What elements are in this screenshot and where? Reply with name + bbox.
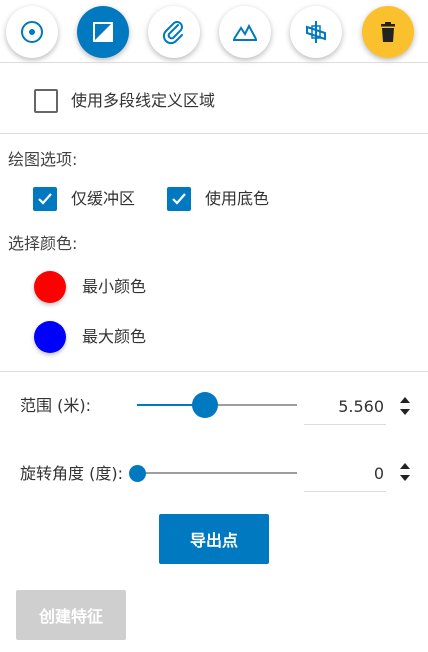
export-points-button[interactable]: 导出点 bbox=[159, 514, 269, 564]
rotation-spinner-icon[interactable] bbox=[398, 460, 412, 484]
terrain-tool-button[interactable] bbox=[219, 6, 271, 58]
rotation-label: 旋转角度 (度): bbox=[20, 464, 123, 483]
point-tool-button[interactable] bbox=[6, 6, 58, 58]
attachment-tool-button[interactable] bbox=[148, 6, 200, 58]
drawing-options-title: 绘图选项: bbox=[8, 150, 78, 169]
divider bbox=[0, 371, 428, 372]
range-slider-thumb[interactable] bbox=[192, 392, 218, 418]
color-selection-title: 选择颜色: bbox=[8, 234, 78, 253]
min-color-swatch[interactable] bbox=[34, 271, 66, 303]
trash-icon bbox=[381, 22, 395, 42]
use-base-color-label: 使用底色 bbox=[205, 189, 270, 208]
max-color-label: 最大颜色 bbox=[82, 327, 147, 346]
delete-button[interactable] bbox=[362, 6, 414, 58]
plane-icon bbox=[306, 21, 326, 43]
range-value-input[interactable]: 5.560 bbox=[304, 389, 386, 425]
point-icon bbox=[21, 21, 43, 43]
rotation-value-input[interactable]: 0 bbox=[304, 456, 386, 492]
plane-tool-button[interactable] bbox=[290, 6, 342, 58]
checkmark-icon bbox=[172, 193, 186, 205]
divider bbox=[0, 133, 428, 134]
polyline-label: 使用多段线定义区域 bbox=[71, 91, 216, 110]
min-color-label: 最小颜色 bbox=[82, 277, 147, 296]
create-feature-button[interactable]: 创建特征 bbox=[16, 590, 126, 640]
mountain-icon bbox=[233, 23, 257, 41]
buffer-only-label: 仅缓冲区 bbox=[71, 189, 136, 208]
rotation-slider-track[interactable] bbox=[137, 472, 297, 474]
divider bbox=[0, 62, 428, 63]
checkmark-icon bbox=[38, 193, 52, 205]
polyline-checkbox[interactable] bbox=[34, 89, 58, 113]
use-base-color-checkbox[interactable] bbox=[167, 187, 191, 211]
toolbar bbox=[0, 0, 428, 62]
range-label: 范围 (米): bbox=[20, 396, 91, 415]
paperclip-icon bbox=[162, 21, 183, 45]
polygon-icon bbox=[93, 22, 113, 42]
polygon-tool-button[interactable] bbox=[77, 6, 129, 58]
range-spinner-icon[interactable] bbox=[398, 394, 412, 418]
rotation-slider-thumb[interactable] bbox=[129, 465, 146, 482]
buffer-only-checkbox[interactable] bbox=[33, 187, 57, 211]
max-color-swatch[interactable] bbox=[34, 321, 66, 353]
